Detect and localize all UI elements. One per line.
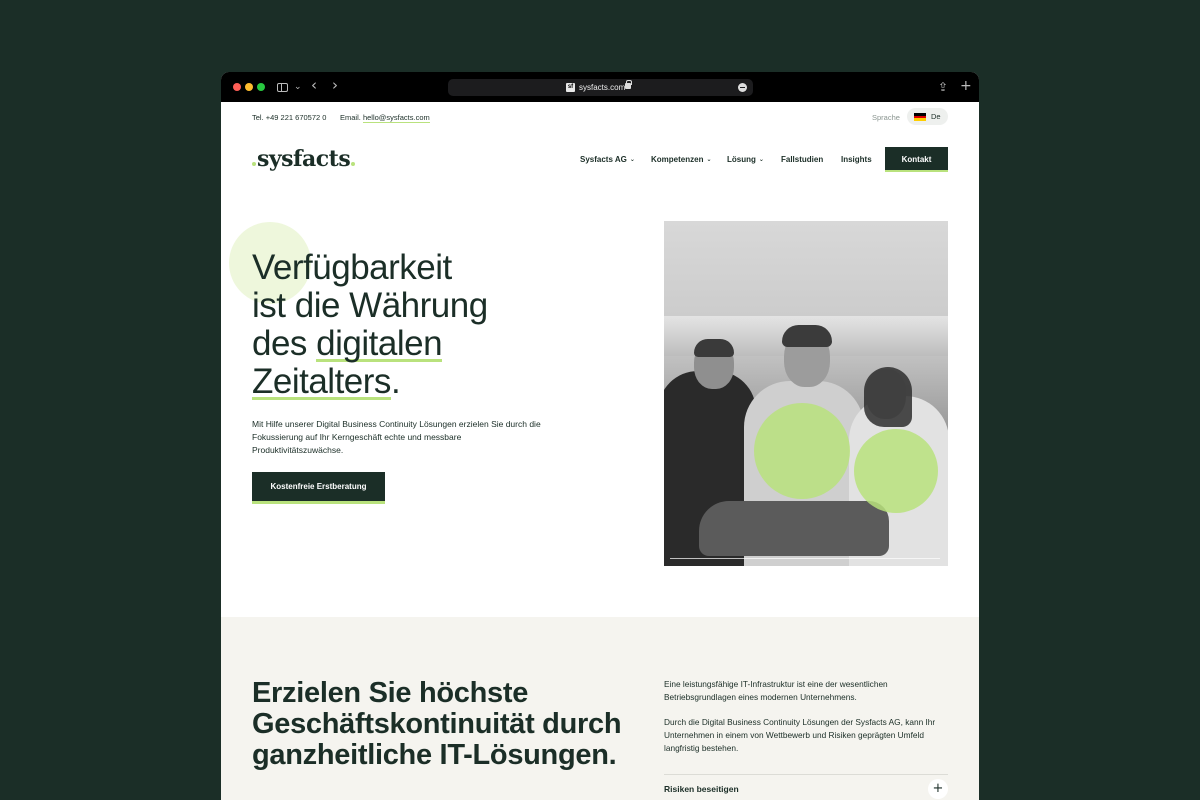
headline-text: . — [390, 362, 401, 401]
person-right-hair — [864, 367, 912, 427]
flag-stripe — [914, 118, 926, 122]
lock-icon — [625, 80, 632, 89]
new-tab-icon[interactable]: + — [960, 78, 972, 94]
headline-line-2: ist die Währung — [252, 286, 488, 325]
phone-number[interactable]: Tel. +49 221 670572 0 — [252, 113, 326, 122]
nav-item-kompetenzen[interactable]: Kompetenzen ⌄ — [651, 155, 711, 165]
share-icon[interactable]: ⇪ — [938, 79, 948, 95]
maximize-window-button[interactable] — [257, 83, 265, 91]
nav-item-loesung[interactable]: Lösung ⌄ — [727, 155, 764, 165]
chevron-down-icon[interactable]: ⌄ — [294, 79, 302, 95]
close-window-button[interactable] — [233, 83, 241, 91]
browser-toolbar: ⌄ ‹ › sf sysfacts.com ⇪ + — [221, 72, 979, 102]
email-link[interactable]: hello@sysfacts.com — [362, 113, 430, 123]
intro-paragraph-2: Durch die Digital Business Continuity Lö… — [664, 717, 936, 753]
address-bar-url: sysfacts.com — [579, 83, 626, 92]
logo-dot-left — [252, 162, 256, 166]
nav-item-label: Kompetenzen — [651, 155, 704, 164]
hero-description: Mit Hilfe unserer Digital Business Conti… — [252, 419, 541, 455]
minimize-window-button[interactable] — [245, 83, 253, 91]
workbench-equipment — [699, 501, 889, 556]
headline-text: des — [252, 324, 317, 363]
browser-window: ⌄ ‹ › sf sysfacts.com ⇪ + Tel. +49 221 6… — [221, 72, 979, 800]
intro-section: Erzielen Sie höchste Geschäftskontinuitä… — [221, 617, 979, 800]
headline-line-4: Zeitalters. — [252, 363, 582, 401]
nav-item-fallstudien[interactable]: Fallstudien — [781, 155, 823, 165]
slider-progress-line — [670, 558, 940, 559]
language-label: Sprache — [872, 113, 900, 122]
chevron-down-icon: ⌄ — [706, 156, 712, 163]
nav-item-label: Insights — [841, 155, 872, 164]
hero-team-photo — [664, 221, 948, 566]
email-label: Email. — [340, 113, 361, 122]
logo-text: sysfacts — [257, 146, 351, 172]
sysfacts-logo[interactable]: sysfacts — [251, 142, 356, 176]
accordion-divider — [664, 774, 948, 775]
plus-icon[interactable]: + — [928, 779, 948, 799]
hero-headline: Verfügbarkeit ist die Währung des digita… — [252, 249, 582, 401]
section-title-line: ganzheitliche IT-Lösungen. — [252, 739, 617, 771]
nav-item-label: Lösung — [727, 155, 756, 164]
contact-button[interactable]: Kontakt — [885, 147, 948, 172]
person-center-hair — [782, 325, 832, 347]
german-flag-icon — [914, 113, 926, 122]
back-icon[interactable]: ‹ — [311, 77, 317, 93]
language-switcher[interactable]: De — [907, 108, 948, 125]
contact-topbar: Tel. +49 221 670572 0 Email. hello@sysfa… — [221, 102, 979, 132]
person-left-hair — [694, 339, 734, 357]
nav-item-label: Fallstudien — [781, 155, 824, 164]
chevron-down-icon: ⌄ — [758, 156, 764, 163]
headline-highlight: Zeitalters — [252, 362, 391, 401]
email-block: Email. hello@sysfacts.com — [340, 113, 430, 123]
section-title: Erzielen Sie höchste Geschäftskontinuitä… — [252, 678, 632, 771]
headline-highlight: digitalen — [316, 324, 443, 363]
nav-item-insights[interactable]: Insights — [841, 155, 872, 165]
language-value: De — [931, 112, 941, 121]
sidebar-toggle-icon[interactable] — [277, 83, 288, 92]
section-title-line: Erzielen Sie höchste — [252, 677, 529, 709]
nav-item-sysfacts-ag[interactable]: Sysfacts AG ⌄ — [580, 155, 635, 165]
headline-line-3: des digitalen — [252, 325, 582, 363]
address-bar[interactable]: sf sysfacts.com — [448, 79, 753, 96]
free-consultation-button[interactable]: Kostenfreie Erstberatung — [252, 472, 385, 504]
page-menu-icon[interactable] — [738, 83, 747, 92]
intro-paragraph-1: Eine leistungsfähige IT-Infrastruktur is… — [664, 679, 888, 702]
accordion-item-title: Risiken beseitigen — [664, 784, 739, 794]
forward-icon[interactable]: › — [332, 77, 338, 93]
chevron-down-icon: ⌄ — [629, 156, 635, 163]
logo-dot-right — [351, 162, 356, 166]
section-title-line: Geschäftskontinuität durch — [252, 708, 622, 740]
folder-highlight-circle — [854, 429, 938, 513]
laptop-highlight-circle — [754, 403, 850, 499]
site-favicon-icon: sf — [566, 83, 575, 92]
nav-item-label: Sysfacts AG — [580, 155, 627, 164]
headline-line-1: Verfügbarkeit — [252, 248, 452, 287]
